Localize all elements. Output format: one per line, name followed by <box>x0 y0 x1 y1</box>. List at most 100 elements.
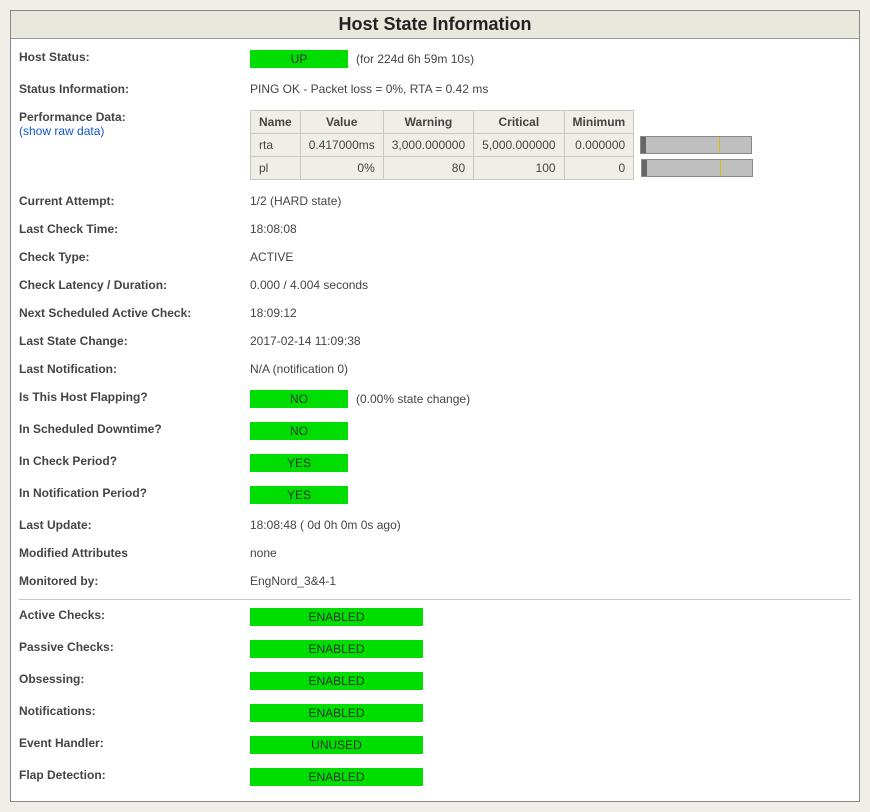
value-obsessing: ENABLED <box>250 672 851 690</box>
value-notifications: ENABLED <box>250 704 851 722</box>
row-notif-period: In Notification Period? YES <box>19 479 851 511</box>
row-obsessing: Obsessing: ENABLED <box>19 665 851 697</box>
badge-downtime: NO <box>250 422 348 440</box>
badge-obsessing: ENABLED <box>250 672 423 690</box>
label-passive-checks: Passive Checks: <box>19 640 250 654</box>
row-status-info: Status Information: PING OK - Packet los… <box>19 75 851 103</box>
show-raw-data-link[interactable]: (show raw data) <box>19 124 104 138</box>
flapping-trail: (0.00% state change) <box>356 392 470 406</box>
value-event-handler: UNUSED <box>250 736 851 754</box>
label-host-status: Host Status: <box>19 50 250 64</box>
value-downtime: NO <box>250 422 851 440</box>
perf-pl-bar-cell <box>634 157 759 180</box>
perf-h-minimum: Minimum <box>564 111 634 134</box>
perf-rta-bar-mark <box>719 137 720 153</box>
value-current-attempt: 1/2 (HARD state) <box>250 194 851 208</box>
label-downtime: In Scheduled Downtime? <box>19 422 250 436</box>
label-event-handler: Event Handler: <box>19 736 250 750</box>
perf-pl-bar-mark <box>720 160 721 176</box>
label-active-checks: Active Checks: <box>19 608 250 622</box>
value-last-notif: N/A (notification 0) <box>250 362 851 376</box>
label-modified: Modified Attributes <box>19 546 250 560</box>
value-flapping: NO (0.00% state change) <box>250 390 851 408</box>
row-monitored: Monitored by: EngNord_3&4-1 <box>19 567 851 595</box>
label-flap-detect: Flap Detection: <box>19 768 250 782</box>
value-modified: none <box>250 546 851 560</box>
badge-notif-period: YES <box>250 486 348 504</box>
row-check-type: Check Type: ACTIVE <box>19 243 851 271</box>
perf-pl-value: 0% <box>300 157 383 180</box>
row-host-status: Host Status: UP (for 224d 6h 59m 10s) <box>19 43 851 75</box>
row-check-period: In Check Period? YES <box>19 447 851 479</box>
value-notif-period: YES <box>250 486 851 504</box>
value-check-period: YES <box>250 454 851 472</box>
perf-rta-warning: 3,000.000000 <box>383 134 473 157</box>
label-last-change: Last State Change: <box>19 334 250 348</box>
perf-rta-value: 0.417000ms <box>300 134 383 157</box>
perf-rta-name: rta <box>251 134 301 157</box>
perf-h-warning: Warning <box>383 111 473 134</box>
label-next-check: Next Scheduled Active Check: <box>19 306 250 320</box>
perf-pl-minimum: 0 <box>564 157 634 180</box>
perf-h-bar <box>634 111 759 134</box>
perf-pl-bar <box>641 159 753 177</box>
badge-check-period: YES <box>250 454 348 472</box>
perf-h-name: Name <box>251 111 301 134</box>
perf-rta-bar-fill <box>641 137 646 153</box>
perf-rta-bar <box>640 136 752 154</box>
label-latency: Check Latency / Duration: <box>19 278 250 292</box>
label-last-check: Last Check Time: <box>19 222 250 236</box>
perf-row-pl: pl 0% 80 100 0 <box>251 157 759 180</box>
value-monitored: EngNord_3&4-1 <box>250 574 851 588</box>
label-flapping: Is This Host Flapping? <box>19 390 250 404</box>
label-notif-period: In Notification Period? <box>19 486 250 500</box>
label-notifications: Notifications: <box>19 704 250 718</box>
perf-label-text: Performance Data: <box>19 110 126 124</box>
row-modified: Modified Attributes none <box>19 539 851 567</box>
row-notifications: Notifications: ENABLED <box>19 697 851 729</box>
value-last-update: 18:08:48 ( 0d 0h 0m 0s ago) <box>250 518 851 532</box>
performance-table: Name Value Warning Critical Minimum rta … <box>250 110 759 180</box>
perf-pl-name: pl <box>251 157 301 180</box>
perf-h-critical: Critical <box>474 111 564 134</box>
label-monitored: Monitored by: <box>19 574 250 588</box>
perf-row-rta: rta 0.417000ms 3,000.000000 5,000.000000… <box>251 134 759 157</box>
panel-title: Host State Information <box>11 11 859 39</box>
value-passive-checks: ENABLED <box>250 640 851 658</box>
label-check-type: Check Type: <box>19 250 250 264</box>
perf-rta-minimum: 0.000000 <box>564 134 634 157</box>
badge-flap-detect: ENABLED <box>250 768 423 786</box>
perf-h-value: Value <box>300 111 383 134</box>
badge-notifications: ENABLED <box>250 704 423 722</box>
label-last-update: Last Update: <box>19 518 250 532</box>
label-check-period: In Check Period? <box>19 454 250 468</box>
row-last-update: Last Update: 18:08:48 ( 0d 0h 0m 0s ago) <box>19 511 851 539</box>
perf-rta-critical: 5,000.000000 <box>474 134 564 157</box>
value-performance-data: Name Value Warning Critical Minimum rta … <box>250 110 851 180</box>
row-last-change: Last State Change: 2017-02-14 11:09:38 <box>19 327 851 355</box>
value-active-checks: ENABLED <box>250 608 851 626</box>
value-status-info: PING OK - Packet loss = 0%, RTA = 0.42 m… <box>250 82 851 96</box>
badge-active-checks: ENABLED <box>250 608 423 626</box>
label-last-notif: Last Notification: <box>19 362 250 376</box>
value-host-status: UP (for 224d 6h 59m 10s) <box>250 50 851 68</box>
row-last-check: Last Check Time: 18:08:08 <box>19 215 851 243</box>
perf-header-row: Name Value Warning Critical Minimum <box>251 111 759 134</box>
perf-pl-critical: 100 <box>474 157 564 180</box>
label-current-attempt: Current Attempt: <box>19 194 250 208</box>
host-status-duration: (for 224d 6h 59m 10s) <box>356 52 474 66</box>
row-active-checks: Active Checks: ENABLED <box>19 599 851 633</box>
row-latency: Check Latency / Duration: 0.000 / 4.004 … <box>19 271 851 299</box>
label-performance-data: Performance Data: (show raw data) <box>19 110 250 138</box>
row-passive-checks: Passive Checks: ENABLED <box>19 633 851 665</box>
row-flap-detect: Flap Detection: ENABLED <box>19 761 851 793</box>
panel-body: Host Status: UP (for 224d 6h 59m 10s) St… <box>11 39 859 801</box>
row-event-handler: Event Handler: UNUSED <box>19 729 851 761</box>
perf-pl-warning: 80 <box>383 157 473 180</box>
value-last-check: 18:08:08 <box>250 222 851 236</box>
badge-up: UP <box>250 50 348 68</box>
row-performance-data: Performance Data: (show raw data) Name V… <box>19 103 851 187</box>
host-state-panel: Host State Information Host Status: UP (… <box>10 10 860 802</box>
value-check-type: ACTIVE <box>250 250 851 264</box>
row-flapping: Is This Host Flapping? NO (0.00% state c… <box>19 383 851 415</box>
